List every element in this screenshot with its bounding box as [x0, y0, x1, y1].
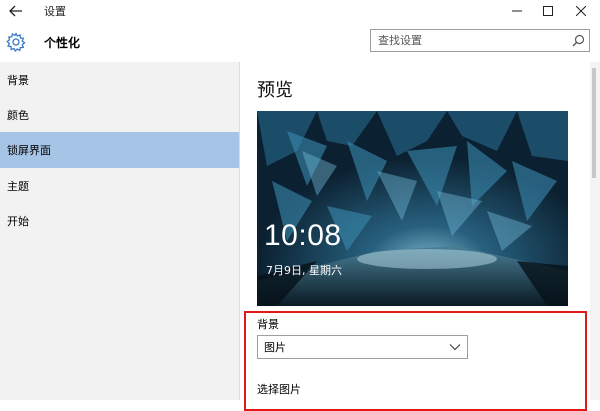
minimize-button[interactable] — [502, 0, 532, 22]
lock-screen-preview: 10:08 7月9日, 星期六 — [257, 111, 568, 306]
sidebar-item-colors[interactable]: 颜色 — [0, 97, 239, 133]
search-input[interactable] — [371, 30, 567, 51]
sidebar-item-label: 主题 — [7, 180, 29, 193]
sidebar-item-label: 开始 — [7, 215, 29, 228]
sidebar: 背景 颜色 锁屏界面 主题 开始 — [0, 62, 239, 400]
close-button[interactable] — [566, 0, 596, 22]
window-title: 设置 — [44, 5, 66, 18]
maximize-button[interactable] — [533, 0, 563, 22]
close-icon — [576, 6, 586, 16]
sidebar-item-label: 背景 — [7, 74, 29, 87]
background-dropdown[interactable]: 图片 — [257, 335, 468, 359]
page-title: 个性化 — [44, 36, 81, 50]
sidebar-item-label: 锁屏界面 — [7, 144, 51, 157]
sidebar-item-start[interactable]: 开始 — [0, 203, 239, 239]
lock-screen-time: 10:08 — [264, 219, 342, 252]
scrollbar-thumb[interactable] — [592, 68, 596, 178]
background-dropdown-value: 图片 — [264, 341, 286, 354]
background-label: 背景 — [257, 318, 279, 331]
lock-screen-date: 7月9日, 星期六 — [266, 264, 342, 277]
chevron-down-icon — [449, 344, 461, 351]
maximize-icon — [543, 6, 553, 16]
back-arrow-icon[interactable] — [6, 1, 26, 21]
sidebar-item-label: 颜色 — [7, 109, 29, 122]
sidebar-item-lock-screen[interactable]: 锁屏界面 — [0, 132, 239, 168]
settings-header: 个性化 — [0, 22, 600, 62]
minimize-icon — [512, 10, 522, 12]
pane-divider — [239, 62, 240, 400]
title-bar: 设置 — [0, 0, 600, 22]
search-box[interactable] — [370, 29, 590, 52]
scrollbar[interactable] — [590, 62, 600, 400]
choose-picture-label: 选择图片 — [257, 383, 301, 396]
gear-icon — [6, 32, 26, 53]
sidebar-item-background[interactable]: 背景 — [0, 62, 239, 98]
preview-heading: 预览 — [257, 80, 293, 101]
sidebar-item-themes[interactable]: 主题 — [0, 168, 239, 204]
search-icon[interactable] — [572, 34, 585, 47]
